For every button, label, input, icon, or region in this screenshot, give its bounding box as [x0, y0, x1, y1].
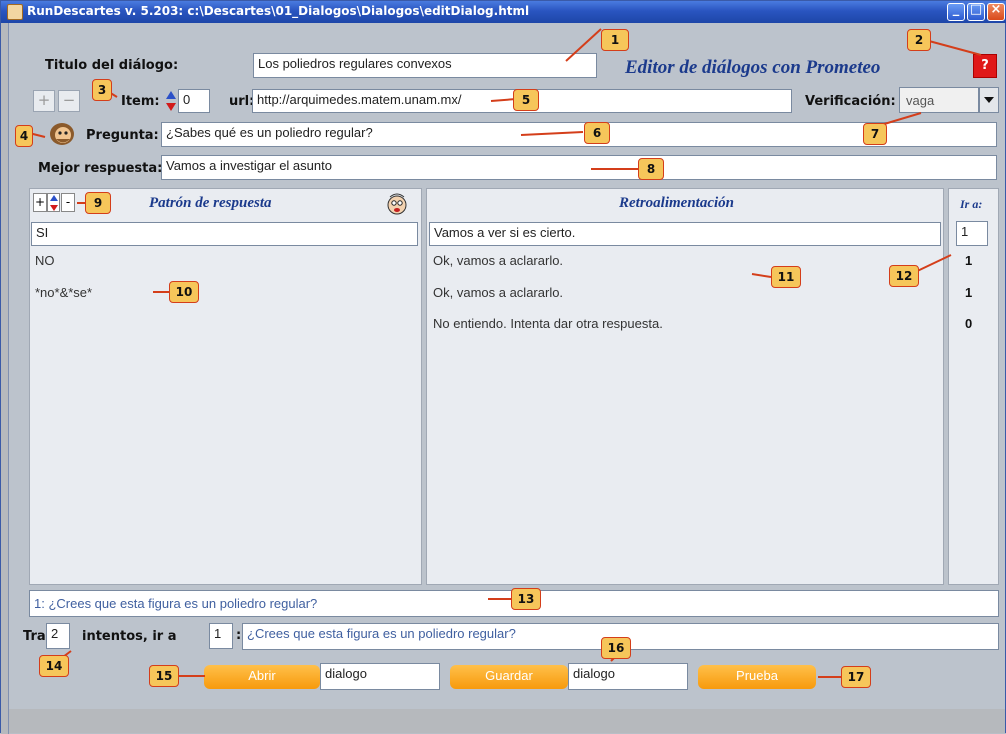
callout-8: 8	[638, 158, 664, 180]
window-bottom-band	[9, 709, 1005, 733]
goto-row-4[interactable]: 0	[965, 316, 972, 331]
verification-dropdown-button[interactable]	[979, 87, 999, 113]
cartoon-head-icon-wrapper[interactable]	[385, 193, 409, 215]
pattern-row-2[interactable]: NO	[35, 253, 55, 268]
goto-panel	[948, 188, 999, 585]
goto-after-label: intentos, ir a	[82, 629, 177, 644]
app-window: RunDescartes v. 5.203: c:\Descartes\01_D…	[0, 0, 1006, 734]
verification-value: vaga	[906, 93, 935, 108]
callout-12: 12	[889, 265, 919, 287]
colon-label: :	[236, 628, 242, 643]
callout-10: 10	[169, 281, 199, 303]
maximize-icon: □	[969, 2, 983, 17]
callout-5: 5	[513, 89, 539, 111]
best-answer-input[interactable]: Vamos a investigar el asunto	[161, 155, 997, 180]
callout-2: 2	[907, 29, 931, 51]
callout-4: 4	[15, 125, 33, 147]
prometeo-face-icon	[50, 123, 74, 145]
callout-13: 13	[511, 588, 541, 610]
prometeo-avatar	[47, 121, 77, 147]
title-bar[interactable]: RunDescartes v. 5.203: c:\Descartes\01_D…	[1, 1, 1006, 23]
dialog-title-label: Titulo del diálogo:	[45, 58, 179, 73]
minimize-button[interactable]: _	[947, 2, 965, 21]
test-button[interactable]: Prueba	[698, 665, 816, 689]
best-answer-label: Mejor respuesta:	[38, 161, 163, 176]
callout-6: 6	[584, 122, 610, 144]
spinner-arrows-icon	[50, 195, 58, 211]
save-button[interactable]: Guardar	[450, 665, 568, 689]
spinner-arrows-icon	[166, 91, 176, 111]
item-number-input[interactable]: 0	[178, 89, 210, 113]
goto-header: Ir a:	[960, 197, 983, 211]
feedback-row-4[interactable]: No entiendo. Intenta dar otra respuesta.	[433, 316, 663, 331]
feedback-row-1-input[interactable]: Vamos a ver si es cierto.	[429, 222, 941, 246]
goto-row-1-input[interactable]: 1	[956, 221, 988, 246]
goto-after-input[interactable]: 1	[209, 623, 233, 649]
question-label: Pregunta:	[86, 128, 159, 143]
chevron-down-icon	[984, 97, 994, 103]
save-file-input[interactable]: dialogo	[568, 663, 688, 690]
tries-input[interactable]: 2	[46, 623, 70, 649]
goto-row-3[interactable]: 1	[965, 285, 972, 300]
callout-17: 17	[841, 666, 871, 688]
patterns-panel	[29, 188, 422, 585]
remove-item-button[interactable]: −	[58, 90, 80, 112]
maximize-button[interactable]: □	[967, 2, 985, 21]
window-left-border	[1, 23, 9, 734]
help-button[interactable]: ?	[973, 54, 997, 78]
item-label: Item:	[121, 94, 160, 109]
callout-14: 14	[39, 655, 69, 677]
feedback-panel	[426, 188, 944, 585]
editor-title: Editor de diálogos con Prometeo	[625, 57, 881, 78]
pattern-row-1-input[interactable]: SI	[31, 222, 418, 246]
close-button[interactable]: ×	[987, 2, 1005, 21]
callout-3: 3	[92, 79, 112, 101]
add-pattern-button[interactable]: +	[33, 193, 47, 212]
pattern-order-spinner[interactable]	[47, 193, 60, 212]
patterns-header: Patrón de respuesta	[149, 195, 272, 211]
callout-1: 1	[601, 29, 629, 51]
open-button[interactable]: Abrir	[204, 665, 320, 689]
verification-select[interactable]: vaga	[899, 87, 979, 113]
goto-row-2[interactable]: 1	[965, 253, 972, 268]
callout-16: 16	[601, 637, 631, 659]
cartoon-head-icon	[387, 193, 407, 215]
callout-9: 9	[85, 192, 111, 214]
callout-7: 7	[863, 123, 887, 145]
dialog-title-input[interactable]: Los poliedros regulares convexos	[253, 53, 597, 78]
remove-pattern-button[interactable]: -	[61, 193, 75, 212]
feedback-row-3[interactable]: Ok, vamos a aclararlo.	[433, 285, 563, 300]
java-icon	[7, 4, 23, 20]
close-icon: ×	[990, 2, 1002, 17]
pattern-row-3[interactable]: *no*&*se*	[35, 285, 92, 300]
feedback-header: Retroalimentación	[619, 195, 735, 211]
add-item-button[interactable]: +	[33, 90, 55, 112]
minimize-icon: _	[952, 2, 960, 17]
feedback-row-2[interactable]: Ok, vamos a aclararlo.	[433, 253, 563, 268]
url-label: url:	[229, 94, 255, 109]
callout-15: 15	[149, 665, 179, 687]
window-title: RunDescartes v. 5.203: c:\Descartes\01_D…	[27, 4, 530, 18]
callout-11: 11	[771, 266, 801, 288]
item-spinner[interactable]	[165, 89, 177, 113]
verification-label: Verificación:	[805, 94, 896, 109]
open-file-input[interactable]: dialogo	[320, 663, 440, 690]
